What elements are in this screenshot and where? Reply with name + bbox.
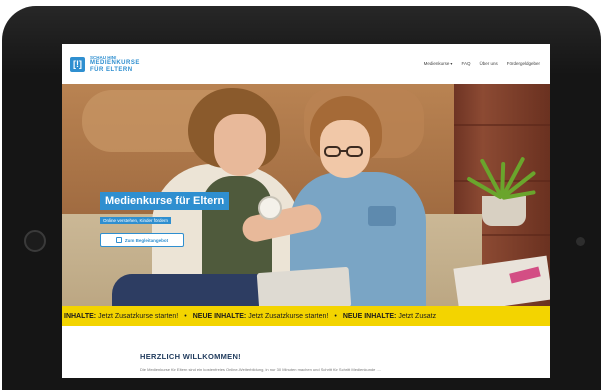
main-navigation: Medienkurse▾ FAQ Über uns Fördergeldgebe… <box>424 61 540 66</box>
ticker-separator: • <box>334 312 337 320</box>
hero-mother-face <box>214 114 266 176</box>
logo-badge-icon: [!] <box>70 57 85 72</box>
chevron-down-icon: ▾ <box>450 61 453 66</box>
logo-line-3: FÜR ELTERN <box>90 67 133 73</box>
hero-glasses <box>346 146 363 157</box>
ticker-item: NEUE INHALTE: Jetzt Zusatz <box>343 313 436 320</box>
ticker-prefix: INHALTE: <box>64 312 97 320</box>
welcome-title: HERZLICH WILLKOMMEN! <box>140 352 241 361</box>
hero-smartphone <box>258 196 282 220</box>
tablet-home-button <box>24 230 46 252</box>
news-ticker[interactable]: INHALTE: Jetzt Zusatzkurse starten! • NE… <box>62 306 550 326</box>
website-screen: [!] SCHAU HIN! MEDIENKURSE FÜR ELTERN Me… <box>62 44 550 378</box>
hero-subtitle: Online verstehen, Kinder fördern <box>100 217 172 224</box>
nav-item-medienkurse[interactable]: Medienkurse▾ <box>424 61 453 66</box>
wood-grain <box>454 124 550 126</box>
hero-laptop <box>256 266 352 306</box>
nav-item-ueber-uns[interactable]: Über uns <box>479 61 497 66</box>
ticker-item: NEUE INHALTE: Jetzt Zusatzkurse starten! <box>193 313 329 320</box>
hero-glasses <box>324 146 341 157</box>
ticker-separator: • <box>184 312 187 320</box>
ticker-item: INHALTE: Jetzt Zusatzkurse starten! <box>64 313 178 320</box>
ticker-text: Jetzt Zusatzkurse starten! <box>248 312 329 320</box>
nav-item-label: Medienkurse <box>423 61 450 66</box>
welcome-text: Die Medienkurse für Eltern sind ein kost… <box>140 367 381 372</box>
ticker-track: INHALTE: Jetzt Zusatzkurse starten! • NE… <box>62 313 436 320</box>
begleitangebot-button[interactable]: Zum Begleitangebot <box>100 233 184 247</box>
logo-line-2: MEDIENKURSE <box>90 60 140 66</box>
nav-item-foerdergeldgeber[interactable]: Fördergeldgeber <box>507 61 540 66</box>
hero-plant-pot <box>482 196 526 226</box>
hero-title: Medienkurse für Eltern <box>100 192 230 210</box>
document-icon <box>115 237 122 243</box>
begleitangebot-button-label: Zum Begleitangebot <box>124 237 169 243</box>
ticker-text: Jetzt Zusatz <box>398 312 437 320</box>
tablet-camera <box>576 237 585 246</box>
ticker-text: Jetzt Zusatzkurse starten! <box>98 312 179 320</box>
nav-item-faq[interactable]: FAQ <box>461 61 470 66</box>
ticker-prefix: NEUE INHALTE: <box>342 312 397 320</box>
site-header: [!] SCHAU HIN! MEDIENKURSE FÜR ELTERN Me… <box>62 44 550 84</box>
logo-wordmark: SCHAU HIN! MEDIENKURSE FÜR ELTERN <box>90 55 170 74</box>
hero-child-pocket <box>368 206 396 226</box>
hero-glasses <box>340 150 347 152</box>
hero-banner: Medienkurse für Eltern Online verstehen,… <box>62 84 550 306</box>
ticker-prefix: NEUE INHALTE: <box>192 312 247 320</box>
welcome-section: HERZLICH WILLKOMMEN! Die Medienkurse für… <box>62 326 550 378</box>
